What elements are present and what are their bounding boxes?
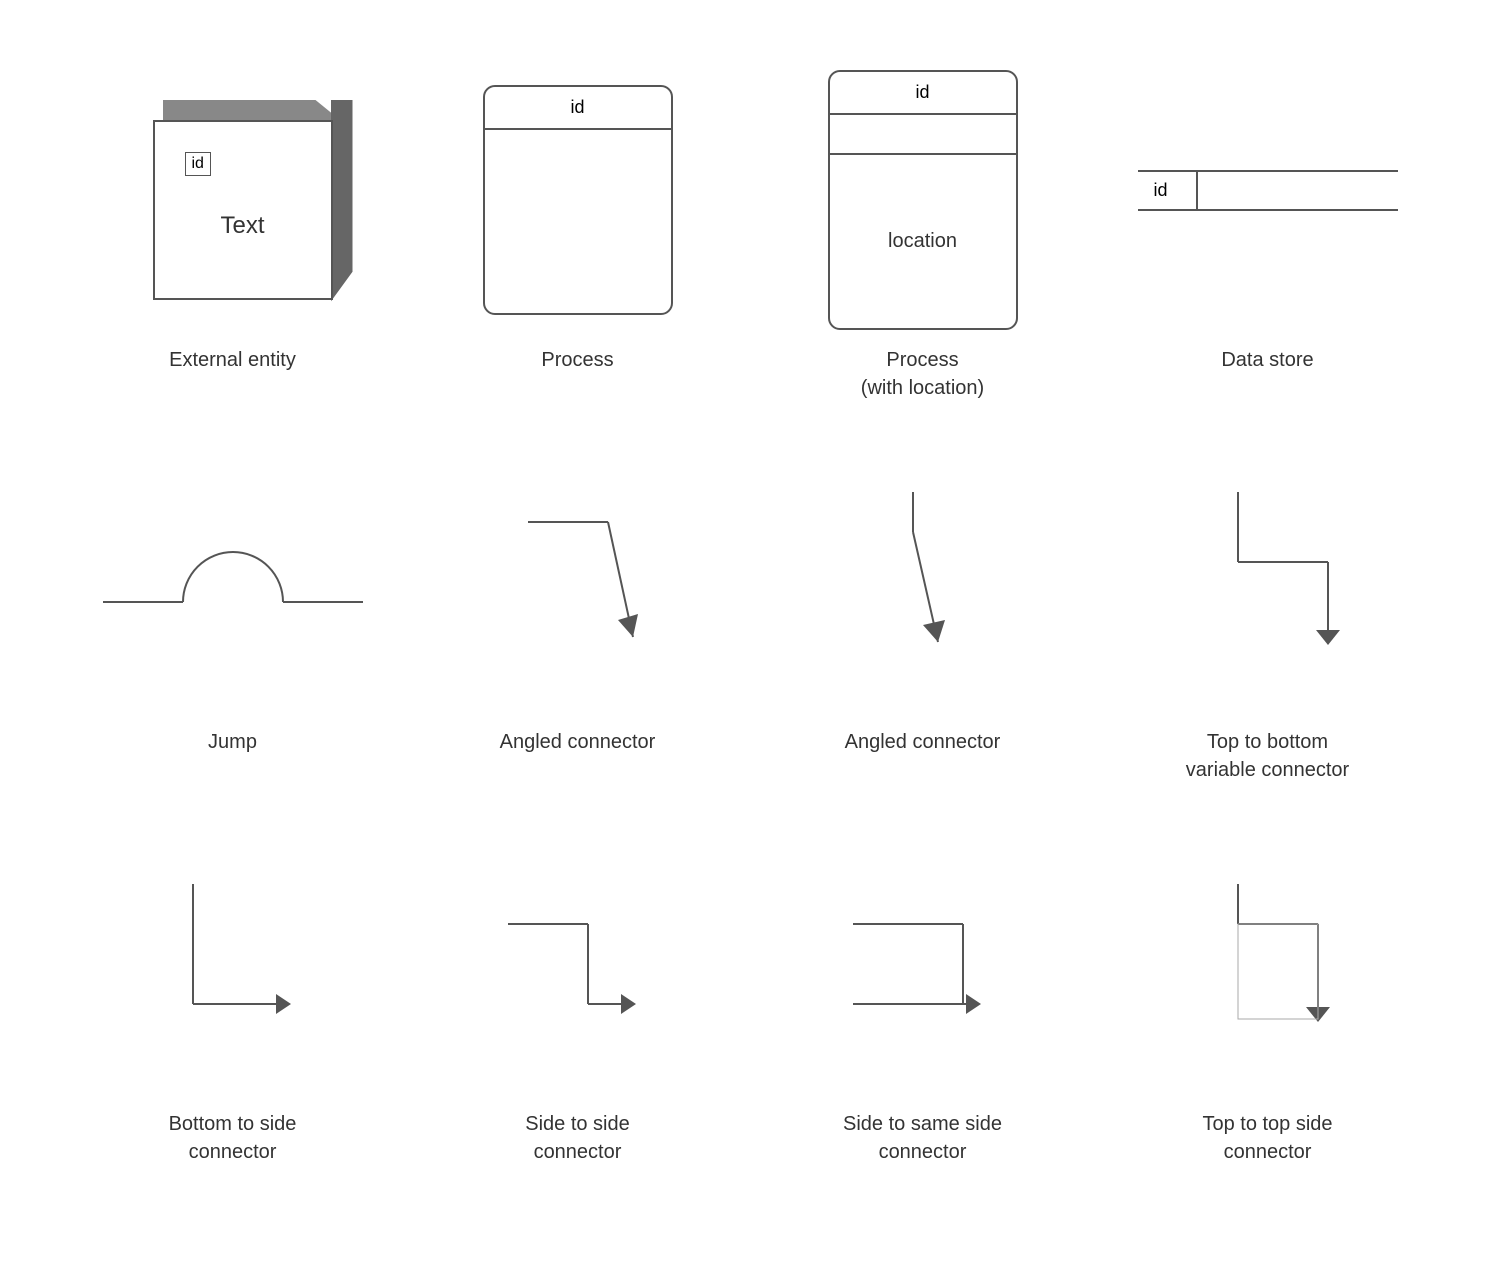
process-label: Process xyxy=(541,346,613,374)
process-location-body: location xyxy=(830,155,1016,328)
bts-shape xyxy=(133,834,333,1094)
external-entity-front: id Text xyxy=(153,120,333,300)
angled-2-shape xyxy=(823,452,1023,712)
external-entity-label: External entity xyxy=(169,346,296,374)
jump-svg xyxy=(93,522,373,642)
process-shape: id xyxy=(483,70,673,330)
cell-bts: Bottom to sideconnector xyxy=(60,804,405,1186)
diagram-grid: id Text External entity id Process id lo… xyxy=(0,0,1500,1226)
tts-svg xyxy=(1158,864,1378,1064)
cell-external-entity: id Text External entity xyxy=(60,40,405,422)
cell-process: id Process xyxy=(405,40,750,422)
data-store-bottom xyxy=(1138,209,1398,219)
stss-shape xyxy=(813,834,1033,1094)
bts-svg xyxy=(133,864,333,1064)
process-id: id xyxy=(485,87,671,130)
process-location-top xyxy=(830,115,1016,155)
ttb-svg xyxy=(1158,482,1378,682)
process-location-text: location xyxy=(888,230,957,253)
cell-jump: Jump xyxy=(60,422,405,804)
ttb-shape xyxy=(1158,452,1378,712)
cell-angled-1: Angled connector xyxy=(405,422,750,804)
sts-shape xyxy=(478,834,678,1094)
data-store-content xyxy=(1198,172,1398,209)
data-store-box: id xyxy=(1138,170,1398,230)
data-store-shape: id xyxy=(1138,70,1398,330)
process-location-shape: id location xyxy=(828,70,1018,330)
cell-tts: Top to top sideconnector xyxy=(1095,804,1440,1186)
data-store-label: Data store xyxy=(1221,346,1313,374)
process-location-id: id xyxy=(830,72,1016,115)
external-entity-text: Text xyxy=(220,212,264,240)
cell-ttb: Top to bottomvariable connector xyxy=(1095,422,1440,804)
process-location-box: id location xyxy=(828,70,1018,330)
process-body xyxy=(485,130,671,313)
external-entity-box: id Text xyxy=(133,100,333,300)
data-store-row: id xyxy=(1138,170,1398,209)
ttb-label: Top to bottomvariable connector xyxy=(1186,728,1349,784)
jump-shape xyxy=(93,452,373,712)
sts-label: Side to sideconnector xyxy=(525,1110,630,1166)
external-entity-shape: id Text xyxy=(133,70,333,330)
sts-svg xyxy=(478,864,678,1064)
angled-1-label: Angled connector xyxy=(500,728,656,756)
angled-1-shape xyxy=(478,452,678,712)
data-store-id: id xyxy=(1138,172,1198,209)
external-entity-top-side xyxy=(163,100,343,122)
angled-1-svg xyxy=(478,482,678,682)
process-box: id xyxy=(483,85,673,315)
process-location-label: Process(with location) xyxy=(861,346,984,402)
cell-angled-2: Angled connector xyxy=(750,422,1095,804)
cell-data-store: id Data store xyxy=(1095,40,1440,422)
external-entity-id: id xyxy=(185,152,211,176)
cell-stss: Side to same sideconnector xyxy=(750,804,1095,1186)
stss-label: Side to same sideconnector xyxy=(843,1110,1002,1166)
tts-shape xyxy=(1158,834,1378,1094)
angled-2-label: Angled connector xyxy=(845,728,1001,756)
tts-label: Top to top sideconnector xyxy=(1202,1110,1332,1166)
angled-2-svg xyxy=(823,482,1023,682)
external-entity-right-side xyxy=(331,100,353,302)
stss-svg xyxy=(813,864,1033,1064)
bts-label: Bottom to sideconnector xyxy=(169,1110,297,1166)
cell-sts: Side to sideconnector xyxy=(405,804,750,1186)
cell-process-location: id location Process(with location) xyxy=(750,40,1095,422)
jump-label: Jump xyxy=(208,728,257,756)
